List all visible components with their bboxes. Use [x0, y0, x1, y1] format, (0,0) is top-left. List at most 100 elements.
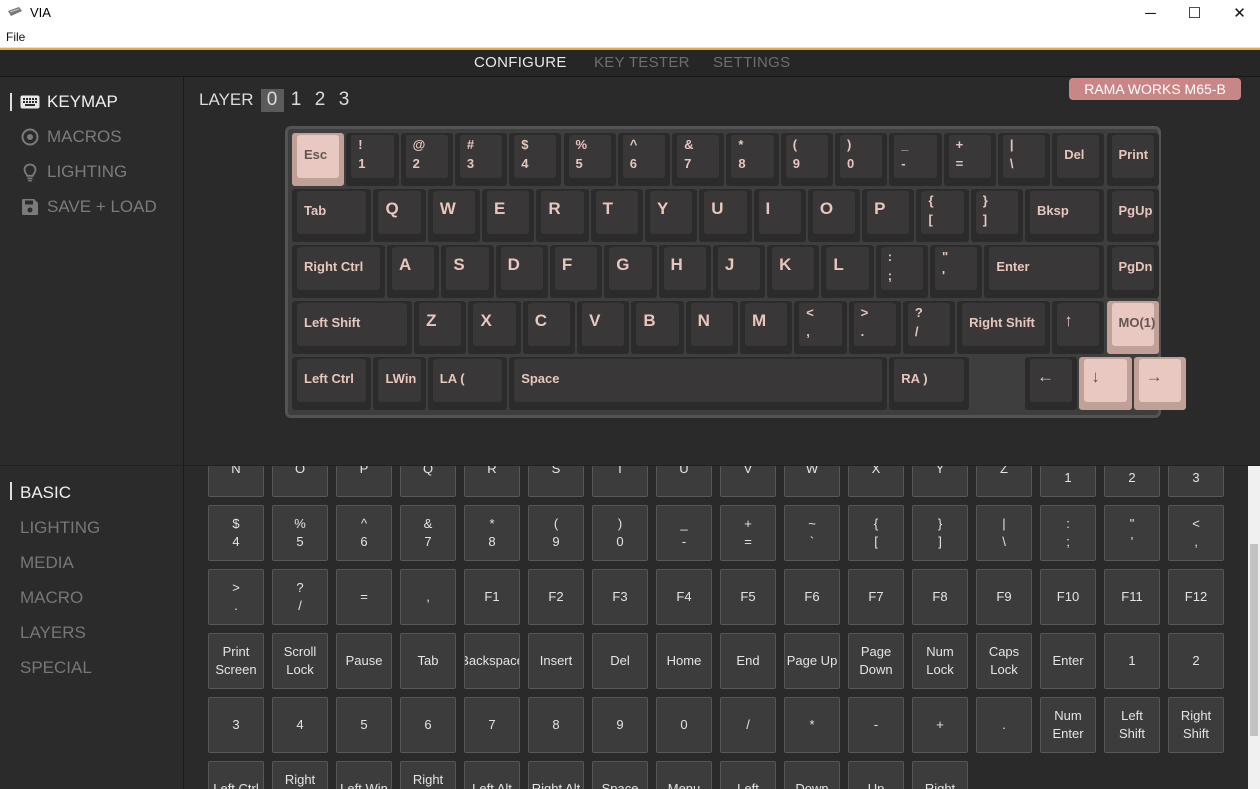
keycode-button[interactable]: Q [400, 466, 456, 497]
key-31[interactable]: Right Ctrl [292, 245, 386, 298]
key-63[interactable]: RA ) [889, 357, 969, 410]
keycode-button[interactable]: 9 [592, 697, 648, 753]
keycode-button[interactable]: Right Alt [528, 761, 584, 789]
sidebar-item-keymap[interactable]: KEYMAP [20, 90, 118, 114]
keycode-button[interactable]: Print Screen [208, 633, 264, 689]
keycode-button[interactable]: Caps Lock [976, 633, 1032, 689]
keycode-button[interactable]: F7 [848, 569, 904, 625]
key-44[interactable]: PgDn [1106, 245, 1159, 298]
keycode-button[interactable]: Left Shift [1104, 697, 1160, 753]
key-56[interactable]: Right Shift [957, 301, 1051, 354]
keycode-button[interactable]: T [592, 466, 648, 497]
keycode-button[interactable]: % 5 [272, 505, 328, 561]
keycode-button[interactable]: N [208, 466, 264, 497]
key-64[interactable]: ← [1025, 357, 1078, 410]
tab-key-tester[interactable]: KEY TESTER [594, 54, 690, 71]
keycode-button[interactable]: S [528, 466, 584, 497]
key-6[interactable]: ^ 6 [617, 133, 671, 186]
key-61[interactable]: LA ( [427, 357, 508, 410]
keycode-button[interactable]: 1 [1104, 633, 1160, 689]
keycode-button[interactable]: U [656, 466, 712, 497]
keycode-button[interactable]: Num Lock [912, 633, 968, 689]
key-35[interactable]: F [549, 245, 603, 298]
keycode-button[interactable]: Scroll Lock [272, 633, 328, 689]
layer-0-button[interactable]: 0 [260, 88, 284, 112]
keycode-button[interactable]: = [336, 569, 392, 625]
close-button[interactable]: ✕ [1217, 0, 1260, 26]
keycode-button[interactable]: - [848, 697, 904, 753]
key-50[interactable]: B [631, 301, 684, 354]
keycode-button[interactable]: :; [1040, 505, 1096, 561]
key-10[interactable]: ) 0 [835, 133, 888, 186]
key-4[interactable]: $4 [509, 133, 562, 186]
key-47[interactable]: X [468, 301, 521, 354]
layer-3-button[interactable]: 3 [333, 89, 356, 112]
keycode-button[interactable]: " ' [1104, 505, 1160, 561]
keycode-button[interactable]: Enter [1040, 633, 1096, 689]
layer-1-button[interactable]: 1 [285, 89, 308, 112]
key-48[interactable]: C [522, 301, 576, 354]
keycode-button[interactable]: ? / [272, 569, 328, 625]
keycode-button[interactable]: V [720, 466, 776, 497]
keycode-button[interactable]: @2 [1104, 466, 1160, 497]
key-59[interactable]: Left Ctrl [292, 357, 372, 410]
key-38[interactable]: J [712, 245, 766, 298]
keycode-button[interactable]: 2 [1168, 633, 1224, 689]
keycode-button[interactable]: , [400, 569, 456, 625]
keycode-button[interactable]: Del [592, 633, 648, 689]
key-0[interactable]: Esc [292, 133, 345, 186]
key-39[interactable]: K [767, 245, 820, 298]
key-51[interactable]: N [685, 301, 738, 354]
key-57[interactable]: ↑ [1052, 301, 1105, 354]
keycode-button[interactable]: ^ 6 [336, 505, 392, 561]
keycode-button[interactable]: F6 [784, 569, 840, 625]
key-66[interactable]: → [1133, 357, 1186, 410]
key-58[interactable]: MO(1) [1106, 301, 1159, 354]
keycode-button[interactable]: Tab [400, 633, 456, 689]
keycode-button[interactable]: & 7 [400, 505, 456, 561]
keycode-button[interactable]: Space [592, 761, 648, 789]
keycode-button[interactable]: {[ [848, 505, 904, 561]
keycode-button[interactable]: >. [208, 569, 264, 625]
keycode-button[interactable]: 6 [400, 697, 456, 753]
key-20[interactable]: R [536, 189, 589, 242]
keycode-button[interactable]: <, [1168, 505, 1224, 561]
key-45[interactable]: Left Shift [292, 301, 413, 354]
tab-settings[interactable]: SETTINGS [713, 54, 790, 71]
keycode-button[interactable]: R [464, 466, 520, 497]
key-15[interactable]: Print [1106, 133, 1159, 186]
key-36[interactable]: G [604, 245, 657, 298]
keycode-button[interactable]: O [272, 466, 328, 497]
keycode-button[interactable]: 5 [336, 697, 392, 753]
key-29[interactable]: Bksp [1025, 189, 1105, 242]
keycode-button[interactable]: F4 [656, 569, 712, 625]
keycode-button[interactable]: F9 [976, 569, 1032, 625]
keycode-button[interactable]: Page Up [784, 633, 840, 689]
category-basic[interactable]: BASIC [20, 483, 71, 503]
key-1[interactable]: ! 1 [346, 133, 399, 186]
keycode-button[interactable]: 3 [208, 697, 264, 753]
key-14[interactable]: Del [1052, 133, 1105, 186]
keycode-button[interactable]: . [976, 697, 1032, 753]
key-46[interactable]: Z [414, 301, 467, 354]
key-7[interactable]: & 7 [672, 133, 725, 186]
keycode-button[interactable]: Left Alt [464, 761, 520, 789]
keycode-button[interactable]: 7 [464, 697, 520, 753]
palette-scrollbar[interactable] [1248, 466, 1260, 789]
keycode-button[interactable]: + = [720, 505, 776, 561]
keycode-button[interactable]: / [720, 697, 776, 753]
keycode-button[interactable]: F8 [912, 569, 968, 625]
category-macro[interactable]: MACRO [20, 588, 83, 608]
keycode-button[interactable]: #3 [1168, 466, 1224, 497]
keycode-button[interactable]: F1 [464, 569, 520, 625]
keycode-button[interactable]: 8 [528, 697, 584, 753]
key-52[interactable]: M [739, 301, 793, 354]
keycode-button[interactable]: F12 [1168, 569, 1224, 625]
keycode-button[interactable]: Pause [336, 633, 392, 689]
keycode-button[interactable]: P [336, 466, 392, 497]
key-23[interactable]: U [699, 189, 752, 242]
keycode-button[interactable]: F3 [592, 569, 648, 625]
menu-file[interactable]: File [6, 30, 25, 44]
keycode-button[interactable]: Insert [528, 633, 584, 689]
keycode-button[interactable]: * [784, 697, 840, 753]
